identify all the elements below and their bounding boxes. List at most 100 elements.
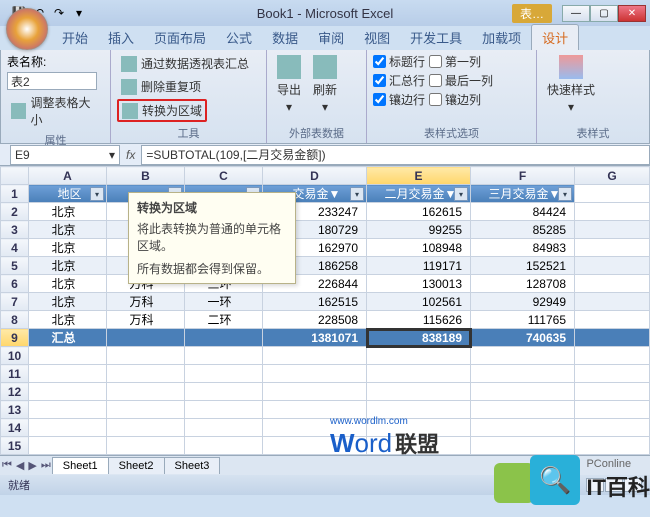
total-d[interactable]: 1381071 [263,329,367,347]
cell[interactable]: 162615 [367,203,471,221]
summarize-pivot-button[interactable]: 通过数据透视表汇总 [117,53,253,74]
total-f[interactable]: 740635 [471,329,575,347]
maximize-button[interactable]: ▢ [590,5,618,22]
filter-dropdown-icon[interactable]: ▾ [558,187,572,201]
cell[interactable]: 北京 [29,221,107,239]
cell[interactable]: 92949 [471,293,575,311]
cell[interactable]: 北京 [29,239,107,257]
cell[interactable]: 北京 [29,293,107,311]
opt-banded-rows[interactable]: 镶边行 [373,91,425,108]
filter-dropdown-icon[interactable]: ▾ [454,187,468,201]
tab-view[interactable]: 视图 [354,25,400,50]
cell[interactable]: 102561 [367,293,471,311]
col-F[interactable]: F [471,167,575,185]
chevron-down-icon[interactable]: ▾ [109,148,115,162]
cell[interactable]: 115626 [367,311,471,329]
remove-duplicates-button[interactable]: 删除重复项 [117,76,205,97]
cell[interactable]: 111765 [471,311,575,329]
row-1[interactable]: 1 [1,185,29,203]
col-C[interactable]: C [185,167,263,185]
sheet-tab-1[interactable]: Sheet1 [52,457,109,474]
cell[interactable]: 一环 [185,293,263,311]
cell[interactable]: 152521 [471,257,575,275]
table-header[interactable]: 地区▾ [29,185,107,203]
tab-review[interactable]: 审阅 [308,25,354,50]
tab-design[interactable]: 设计 [531,24,579,50]
sheet-tab-3[interactable]: Sheet3 [164,457,221,474]
row-9[interactable]: 9 [1,329,29,347]
row-hdr[interactable]: 4 [1,239,29,257]
col-E[interactable]: E [367,167,471,185]
sheet-tab-2[interactable]: Sheet2 [108,457,165,474]
cell[interactable]: 128708 [471,275,575,293]
qat-dropdown-icon[interactable]: ▾ [70,4,88,22]
tab-layout[interactable]: 页面布局 [144,25,216,50]
cell[interactable]: 北京 [29,257,107,275]
cell[interactable]: 北京 [29,203,107,221]
tab-nav-prev[interactable]: ◀ [14,459,26,472]
filter-dropdown-icon[interactable]: ▾ [90,187,104,201]
office-button[interactable] [6,8,48,50]
cell[interactable]: 99255 [367,221,471,239]
name-box[interactable]: E9▾ [10,145,120,165]
cell[interactable]: 130013 [367,275,471,293]
row-hdr[interactable]: 6 [1,275,29,293]
cell[interactable]: 108948 [367,239,471,257]
row-hdr[interactable]: 15 [1,437,29,455]
active-cell[interactable]: 838189▾ [367,329,471,347]
table-header[interactable]: 三月交易金▼▾ [471,185,575,203]
tab-nav-first[interactable]: ⏮ [0,459,14,472]
cell[interactable]: 84983 [471,239,575,257]
cell[interactable]: 84424 [471,203,575,221]
tab-nav-next[interactable]: ▶ [26,459,38,472]
table-header[interactable]: 二月交易金▼▾ [367,185,471,203]
select-all-corner[interactable] [1,167,29,185]
row-hdr[interactable]: 5 [1,257,29,275]
cell[interactable]: 北京 [29,275,107,293]
row-hdr[interactable]: 3 [1,221,29,239]
refresh-button[interactable]: 刷新▾ [309,53,341,116]
export-button[interactable]: 导出▾ [273,53,305,116]
resize-table-button[interactable]: 调整表格大小 [7,92,104,130]
col-G[interactable]: G [575,167,650,185]
convert-to-range-button[interactable]: 转换为区域 [117,99,207,122]
cell[interactable]: 北京 [29,311,107,329]
tab-data[interactable]: 数据 [262,25,308,50]
cell[interactable]: 162515 [263,293,367,311]
row-hdr[interactable]: 11 [1,365,29,383]
opt-first-col[interactable]: 第一列 [429,53,493,70]
col-D[interactable]: D [263,167,367,185]
cell[interactable]: 二环 [185,311,263,329]
worksheet[interactable]: A B C D E F G 1 地区▾ ▾ ▾ 交易金▼▾ 二月交易金▼▾ 三月… [0,166,650,455]
cell[interactable]: 85285 [471,221,575,239]
quick-styles-button[interactable]: 快速样式▾ [543,53,599,116]
row-hdr[interactable]: 2 [1,203,29,221]
fx-icon[interactable]: fx [126,148,135,162]
tab-nav-last[interactable]: ⏭ [39,459,53,472]
row-hdr[interactable]: 8 [1,311,29,329]
opt-total-row[interactable]: 汇总行 [373,72,425,89]
close-button[interactable]: ✕ [618,5,646,22]
formula-bar[interactable]: =SUBTOTAL(109,[二月交易金额]) [141,145,650,165]
table-name-input[interactable]: 表2 [7,72,97,90]
filter-dropdown-icon[interactable]: ▾ [350,187,364,201]
minimize-button[interactable]: — [562,5,590,22]
cell[interactable]: 119171 [367,257,471,275]
total-label[interactable]: 汇总 [29,329,107,347]
cell[interactable]: 228508 [263,311,367,329]
row-hdr[interactable]: 14 [1,419,29,437]
col-B[interactable]: B [107,167,185,185]
opt-header-row[interactable]: 标题行 [373,53,425,70]
tab-formula[interactable]: 公式 [216,25,262,50]
row-hdr[interactable]: 10 [1,347,29,365]
row-hdr[interactable]: 7 [1,293,29,311]
tab-insert[interactable]: 插入 [98,25,144,50]
tab-addin[interactable]: 加载项 [472,25,531,50]
redo-icon[interactable]: ↷ [50,4,68,22]
row-hdr[interactable]: 12 [1,383,29,401]
opt-last-col[interactable]: 最后一列 [429,72,493,89]
row-hdr[interactable]: 13 [1,401,29,419]
cell[interactable]: 万科 [107,311,185,329]
tab-home[interactable]: 开始 [52,25,98,50]
cell[interactable]: 万科 [107,293,185,311]
